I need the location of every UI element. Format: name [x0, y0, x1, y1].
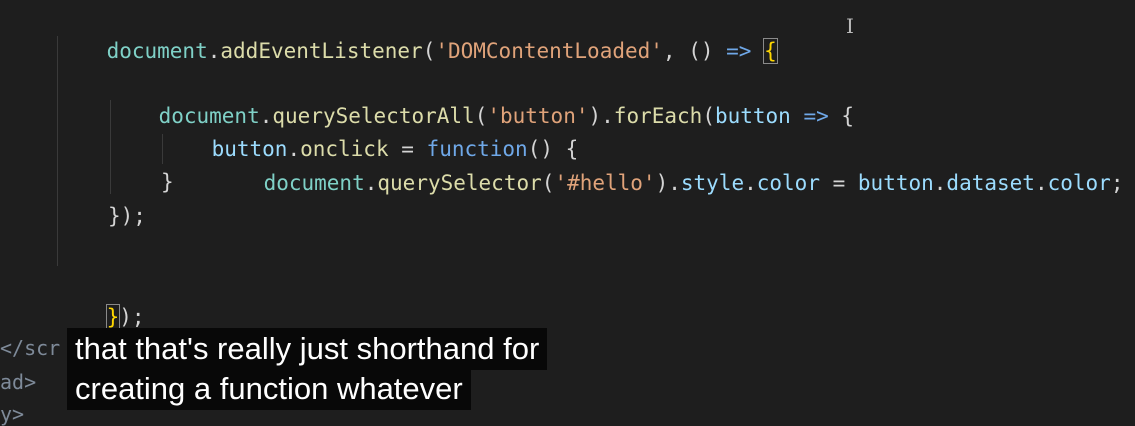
- token: ).: [655, 171, 681, 195]
- token: (: [422, 39, 436, 63]
- token: , (): [662, 39, 727, 63]
- token: .: [933, 171, 947, 195]
- text-cursor-icon: I: [846, 14, 854, 38]
- code-line-3[interactable]: button.onclick = function() {: [161, 98, 579, 161]
- token: =>: [726, 39, 752, 63]
- token: forEach: [613, 104, 703, 128]
- token: (: [541, 171, 555, 195]
- code-line-5[interactable]: }: [161, 165, 174, 199]
- token: =>: [803, 104, 829, 128]
- token: {: [828, 104, 855, 128]
- token: '#hello': [554, 171, 656, 195]
- code-line-1[interactable]: document.addEventListener('DOMContentLoa…: [56, 0, 778, 64]
- code-line-2[interactable]: document.querySelectorAll('button').forE…: [108, 65, 855, 128]
- partial-code-tag: </scr: [0, 336, 61, 360]
- matched-bracket: {: [763, 38, 778, 64]
- token: dataset: [946, 171, 1035, 195]
- code-line-7[interactable]: });: [56, 266, 145, 330]
- caption-line-2: creating a function whatever: [67, 368, 471, 410]
- partial-code-tag: y>: [0, 402, 25, 426]
- token: addEventListener: [220, 39, 423, 63]
- token: document: [106, 39, 208, 63]
- matched-bracket: }: [105, 304, 121, 330]
- token: .: [364, 171, 378, 195]
- token: style: [680, 171, 745, 195]
- token: ;: [1110, 171, 1124, 195]
- token: color: [1047, 171, 1111, 195]
- token: .: [1034, 171, 1048, 195]
- code-line-6[interactable]: });: [108, 199, 146, 233]
- token: 'DOMContentLoaded': [435, 39, 663, 63]
- token: color: [756, 171, 820, 195]
- code-line-4[interactable]: document.querySelector('#hello').style.c…: [213, 132, 1124, 195]
- token: (: [702, 104, 715, 128]
- code-editor[interactable]: document.addEventListener('DOMContentLoa…: [0, 0, 1135, 426]
- token: button: [714, 104, 791, 128]
- partial-code-tag: ad>: [0, 370, 37, 394]
- token: .: [207, 39, 221, 63]
- caption-line-1: that that's really just shorthand for: [67, 328, 548, 370]
- token: document: [263, 171, 365, 195]
- token: querySelector: [377, 171, 542, 195]
- token: =: [819, 171, 858, 195]
- token: .: [744, 171, 757, 195]
- token: ).: [588, 104, 614, 128]
- token: );: [119, 305, 145, 329]
- token: button: [857, 171, 934, 195]
